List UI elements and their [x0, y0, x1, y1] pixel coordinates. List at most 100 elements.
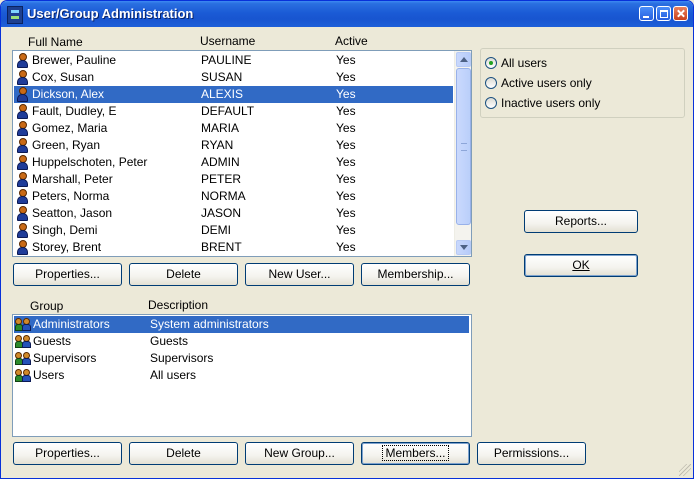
new-user-button[interactable]: New User...: [245, 263, 354, 286]
user-delete-button[interactable]: Delete: [129, 263, 238, 286]
user-icon: [16, 155, 29, 170]
radio-circle: [485, 77, 497, 89]
radio-selected-dot: [489, 61, 493, 65]
user-active: Yes: [336, 70, 356, 84]
user-row[interactable]: Green, Ryan RYAN Yes: [14, 137, 453, 154]
user-full-name: Peters, Norma: [32, 189, 110, 203]
radio-label: All users: [501, 56, 548, 70]
title-bar[interactable]: User/Group Administration: [1, 1, 693, 27]
column-header-full-name: Full Name: [28, 35, 83, 49]
group-name: Supervisors: [33, 351, 97, 365]
scroll-down-button[interactable]: [456, 240, 471, 255]
radio-label: Inactive users only: [501, 96, 601, 110]
user-username: NORMA: [201, 189, 246, 203]
user-username: SUSAN: [201, 70, 243, 84]
user-full-name: Gomez, Maria: [32, 121, 108, 135]
user-full-name: Fault, Dudley, E: [32, 104, 117, 118]
user-active: Yes: [336, 155, 356, 169]
group-description: All users: [150, 368, 197, 382]
user-active: Yes: [336, 121, 356, 135]
group-icon: [15, 335, 31, 349]
group-description: Supervisors: [150, 351, 214, 365]
user-row[interactable]: Seatton, Jason JASON Yes: [14, 205, 453, 222]
group-properties-button[interactable]: Properties...: [13, 442, 122, 465]
user-active: Yes: [336, 240, 356, 254]
group-row[interactable]: Administrators System administrators: [14, 316, 469, 333]
user-icon: [16, 121, 29, 136]
user-row[interactable]: Peters, Norma NORMA Yes: [14, 188, 453, 205]
user-row[interactable]: Brewer, Pauline PAULINE Yes: [14, 52, 453, 69]
user-username: JASON: [201, 206, 242, 220]
window-title: User/Group Administration: [27, 6, 194, 21]
user-row[interactable]: Storey, Brent BRENT Yes: [14, 239, 453, 256]
close-button[interactable]: [673, 6, 688, 21]
user-icon: [16, 240, 29, 255]
user-active: Yes: [336, 189, 356, 203]
user-full-name: Marshall, Peter: [32, 172, 113, 186]
ok-button[interactable]: OK: [524, 254, 638, 277]
column-header-group: Group: [30, 299, 64, 313]
group-row[interactable]: Supervisors Supervisors: [14, 350, 469, 367]
group-delete-button[interactable]: Delete: [129, 442, 238, 465]
group-row[interactable]: Users All users: [14, 367, 469, 384]
user-username: MARIA: [201, 121, 240, 135]
group-description: Guests: [150, 334, 189, 348]
users-scrollbar[interactable]: [454, 51, 471, 256]
user-group-admin-window: User/Group Administration Full Name User…: [0, 0, 694, 479]
user-filter-group: All users Active users only Inactive use…: [480, 48, 685, 118]
resize-grip[interactable]: [679, 464, 691, 476]
radio-circle: [485, 97, 497, 109]
user-full-name: Green, Ryan: [32, 138, 101, 152]
group-icon: [15, 318, 31, 332]
user-row[interactable]: Gomez, Maria MARIA Yes: [14, 120, 453, 137]
user-icon: [16, 53, 29, 68]
group-icon: [15, 369, 31, 383]
user-icon: [16, 189, 29, 204]
user-row[interactable]: Fault, Dudley, E DEFAULT Yes: [14, 103, 453, 120]
user-username: DEMI: [201, 223, 231, 237]
user-active: Yes: [336, 223, 356, 237]
user-username: RYAN: [201, 138, 234, 152]
user-icon: [16, 104, 29, 119]
user-full-name: Dickson, Alex: [32, 87, 105, 101]
reports-button[interactable]: Reports...: [524, 210, 638, 233]
group-icon: [15, 352, 31, 366]
user-active: Yes: [336, 104, 356, 118]
scroll-up-button[interactable]: [456, 52, 471, 67]
group-row[interactable]: Guests Guests: [14, 333, 469, 350]
permissions-button[interactable]: Permissions...: [477, 442, 586, 465]
members-button[interactable]: Members...: [361, 442, 470, 465]
group-name: Administrators: [33, 317, 110, 331]
minimize-button[interactable]: [639, 6, 654, 21]
user-active: Yes: [336, 138, 356, 152]
user-active: Yes: [336, 87, 356, 101]
user-active: Yes: [336, 172, 356, 186]
membership-button[interactable]: Membership...: [361, 263, 470, 286]
app-icon: [7, 6, 23, 24]
user-active: Yes: [336, 206, 356, 220]
user-properties-button[interactable]: Properties...: [13, 263, 122, 286]
user-username: ADMIN: [201, 155, 240, 169]
user-row[interactable]: Dickson, Alex ALEXIS Yes: [14, 86, 453, 103]
user-full-name: Seatton, Jason: [32, 206, 113, 220]
group-name: Guests: [33, 334, 72, 348]
column-header-active: Active: [335, 34, 368, 48]
user-username: BRENT: [201, 240, 242, 254]
groups-list[interactable]: Administrators System administrators Guest…: [12, 314, 472, 437]
user-icon: [16, 172, 29, 187]
column-header-description: Description: [148, 298, 209, 312]
scroll-thumb[interactable]: [456, 68, 471, 225]
user-icon: [16, 87, 29, 102]
user-full-name: Singh, Demi: [32, 223, 98, 237]
column-header-username: Username: [200, 34, 256, 48]
user-row[interactable]: Singh, Demi DEMI Yes: [14, 222, 453, 239]
new-group-button[interactable]: New Group...: [245, 442, 354, 465]
user-row[interactable]: Marshall, Peter PETER Yes: [14, 171, 453, 188]
maximize-button[interactable]: [656, 6, 671, 21]
group-name: Users: [33, 368, 65, 382]
user-row[interactable]: Huppelschoten, Peter ADMIN Yes: [14, 154, 453, 171]
radio-circle: [485, 57, 497, 69]
users-list[interactable]: Brewer, Pauline PAULINE Yes Cox, Susan SUSAN…: [12, 50, 472, 257]
user-row[interactable]: Cox, Susan SUSAN Yes: [14, 69, 453, 86]
user-active: Yes: [336, 53, 356, 67]
